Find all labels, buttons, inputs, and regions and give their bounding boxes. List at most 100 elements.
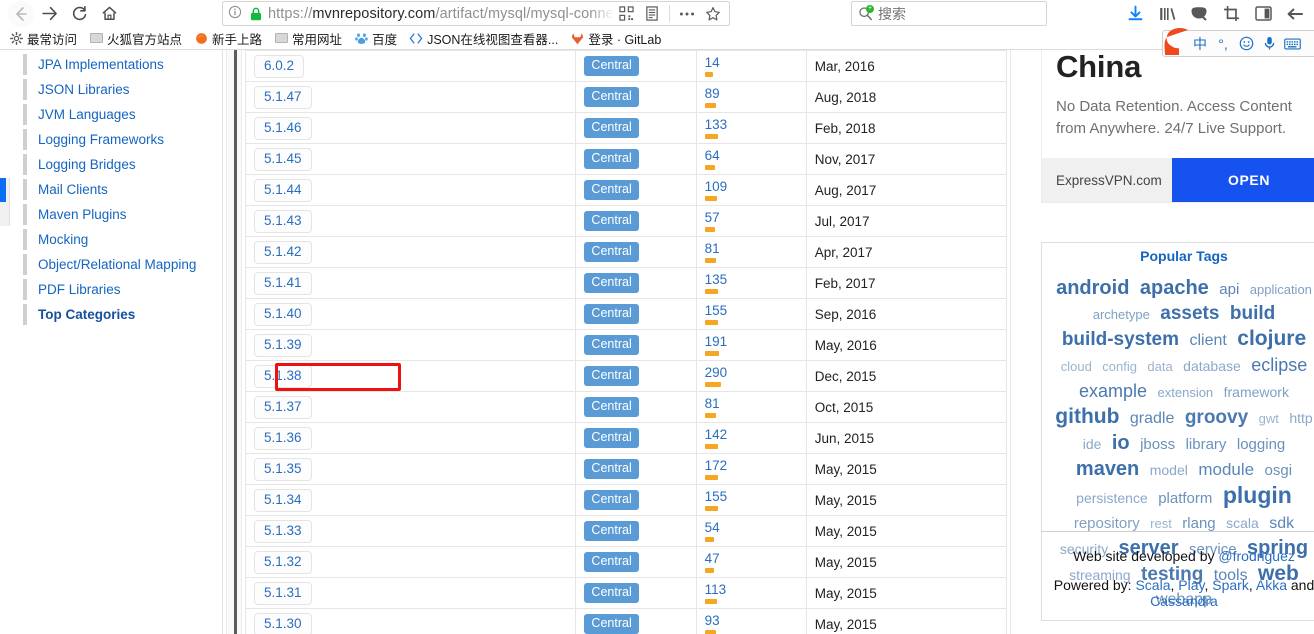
outer-scrollbar[interactable] [0, 178, 10, 226]
usages-count-link[interactable]: 290 [705, 365, 798, 380]
home-button[interactable] [94, 0, 124, 27]
repository-badge[interactable]: Central [584, 397, 639, 417]
usages-count-link[interactable]: 14 [705, 55, 798, 70]
sidebar-item-logging-bridges[interactable]: Logging Bridges [22, 152, 222, 177]
version-link[interactable]: 5.1.30 [254, 612, 312, 634]
version-link[interactable]: 5.1.45 [254, 147, 312, 171]
sidebar-item-logging-frameworks[interactable]: Logging Frameworks [22, 127, 222, 152]
star-icon[interactable] [701, 2, 725, 25]
ime-keyboard-icon[interactable] [1281, 33, 1303, 55]
usages-count-link[interactable]: 89 [705, 86, 798, 101]
version-link[interactable]: 5.1.33 [254, 519, 312, 543]
version-link[interactable]: 5.1.43 [254, 209, 312, 233]
tag-link[interactable]: data [1147, 359, 1172, 374]
tag-link[interactable]: scala [1226, 515, 1259, 531]
tag-link[interactable]: cloud [1061, 359, 1092, 374]
tag-link[interactable]: client [1189, 332, 1226, 349]
qr-code-icon[interactable] [614, 2, 638, 25]
downloads-icon[interactable] [1120, 1, 1150, 27]
tag-link[interactable]: rest [1150, 516, 1172, 531]
repository-badge[interactable]: Central [584, 87, 639, 107]
usages-count-link[interactable]: 135 [705, 272, 798, 287]
credits-link-scala[interactable]: Scala [1135, 577, 1170, 593]
bookmark-most-visited[interactable]: 最常访问 [4, 28, 82, 49]
tag-link[interactable]: platform [1158, 490, 1212, 507]
repository-badge[interactable]: Central [584, 56, 639, 76]
tag-link[interactable]: assets [1160, 303, 1219, 324]
address-bar[interactable]: https://mvnrepository.com/artifact/mysql… [222, 1, 730, 26]
sidebar-item-jpa-implementations[interactable]: JPA Implementations [22, 52, 222, 77]
usages-count-link[interactable]: 191 [705, 334, 798, 349]
version-link[interactable]: 5.1.34 [254, 488, 312, 512]
tag-link[interactable]: gwt [1259, 411, 1279, 426]
tag-link[interactable]: build [1230, 303, 1275, 324]
version-link[interactable]: 6.0.2 [254, 54, 305, 78]
back-button[interactable] [8, 0, 34, 27]
usages-count-link[interactable]: 47 [705, 551, 798, 566]
tag-link[interactable]: groovy [1185, 407, 1248, 428]
scrollbar-thumb[interactable] [0, 178, 6, 202]
tag-link[interactable]: sdk [1269, 515, 1294, 532]
usages-count-link[interactable]: 57 [705, 210, 798, 225]
tag-link[interactable]: ide [1083, 436, 1102, 452]
sidebar-item-object-relational-mapping[interactable]: Object/Relational Mapping [22, 252, 222, 277]
repository-badge[interactable]: Central [584, 149, 639, 169]
tag-link[interactable]: application [1250, 282, 1312, 297]
credits-link-spark[interactable]: Spark [1212, 577, 1249, 593]
sidebar-item-pdf-libraries[interactable]: PDF Libraries [22, 277, 222, 302]
sidebar-item-jvm-languages[interactable]: JVM Languages [22, 102, 222, 127]
usages-count-link[interactable]: 81 [705, 396, 798, 411]
tag-link[interactable]: extension [1158, 385, 1214, 400]
tag-link[interactable]: build-system [1062, 329, 1179, 350]
repository-badge[interactable]: Central [584, 335, 639, 355]
version-link[interactable]: 5.1.31 [254, 581, 312, 605]
repository-badge[interactable]: Central [584, 614, 639, 634]
repository-badge[interactable]: Central [584, 521, 639, 541]
usages-count-link[interactable]: 109 [705, 179, 798, 194]
bookmark-gitlab[interactable]: 登录 · GitLab [565, 28, 666, 49]
version-link[interactable]: 5.1.40 [254, 302, 312, 326]
version-link[interactable]: 5.1.41 [254, 271, 312, 295]
bookmark-firefox-official[interactable]: 火狐官方站点 [84, 28, 187, 49]
version-link[interactable]: 5.1.39 [254, 333, 312, 357]
sidebar-item-mail-clients[interactable]: Mail Clients [22, 177, 222, 202]
usages-count-link[interactable]: 133 [705, 117, 798, 132]
sidebar-item-json-libraries[interactable]: JSON Libraries [22, 77, 222, 102]
ime-punctuation-button[interactable]: °, [1212, 33, 1234, 55]
usages-count-link[interactable]: 54 [705, 520, 798, 535]
tag-link[interactable]: repository [1074, 515, 1140, 532]
tag-link[interactable]: jboss [1140, 436, 1175, 453]
version-link[interactable]: 5.1.47 [254, 85, 312, 109]
tag-link[interactable]: archetype [1093, 307, 1150, 322]
usages-count-link[interactable]: 93 [705, 613, 798, 628]
ime-voice-icon[interactable] [1258, 33, 1280, 55]
sidebar-icon[interactable] [1248, 1, 1278, 27]
bookmark-json-viewer[interactable]: JSON在线视图查看器... [404, 28, 563, 49]
version-link[interactable]: 5.1.42 [254, 240, 312, 264]
bookmark-common-sites[interactable]: 常用网址 [269, 28, 347, 49]
version-link[interactable]: 5.1.38 [254, 364, 312, 388]
version-link[interactable]: 5.1.35 [254, 457, 312, 481]
sogou-logo-icon[interactable]: S [1163, 26, 1193, 58]
version-link[interactable]: 5.1.44 [254, 178, 312, 202]
repository-badge[interactable]: Central [584, 180, 639, 200]
back-arrow-icon[interactable] [1280, 1, 1310, 27]
credits-link-akka[interactable]: Akka [1256, 577, 1287, 593]
credits-link-cassandra[interactable]: Cassandra [1150, 593, 1218, 609]
usages-count-link[interactable]: 113 [705, 582, 798, 597]
version-link[interactable]: 5.1.36 [254, 426, 312, 450]
tag-link[interactable]: model [1150, 462, 1188, 478]
repository-badge[interactable]: Central [584, 211, 639, 231]
sidebar-item-maven-plugins[interactable]: Maven Plugins [22, 202, 222, 227]
tag-link[interactable]: android [1056, 277, 1129, 299]
ad-open-button[interactable]: OPEN [1172, 158, 1314, 202]
tag-link[interactable]: gradle [1130, 410, 1174, 427]
tag-link[interactable]: config [1102, 359, 1137, 374]
tag-link[interactable]: rlang [1182, 515, 1215, 532]
sidebar-item-mocking[interactable]: Mocking [22, 227, 222, 252]
tag-link[interactable]: osgi [1265, 462, 1293, 479]
tag-link[interactable]: framework [1224, 384, 1289, 400]
tag-link[interactable]: plugin [1223, 482, 1292, 508]
pocket-icon[interactable] [1184, 1, 1214, 27]
repository-badge[interactable]: Central [584, 366, 639, 386]
